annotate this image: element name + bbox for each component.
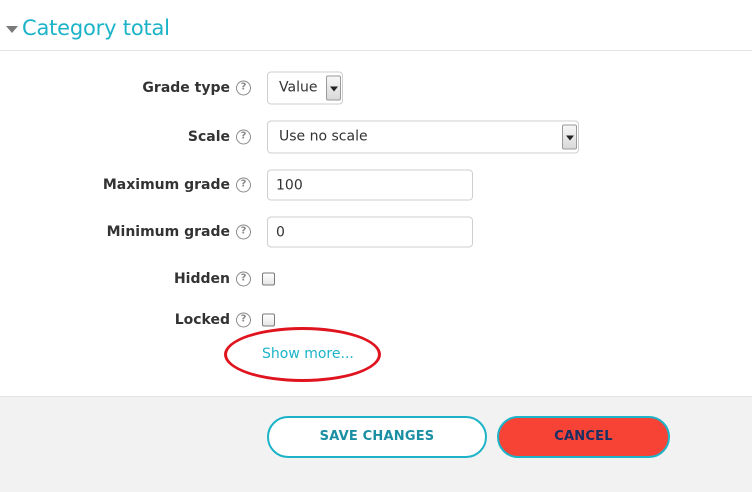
scale-value: Use no scale: [279, 128, 368, 145]
grade-type-select[interactable]: Value: [267, 71, 343, 105]
help-icon[interactable]: ?: [236, 177, 251, 193]
help-icon[interactable]: ?: [236, 129, 251, 145]
collapse-triangle-icon[interactable]: [6, 26, 18, 33]
scale-row: Scale ? Use no scale: [0, 119, 752, 155]
grade-type-row: Grade type ? Value: [0, 70, 752, 106]
minimum-grade-input[interactable]: [267, 216, 473, 248]
dropdown-arrow-icon[interactable]: [326, 75, 341, 101]
locked-row: Locked ?: [0, 302, 752, 338]
help-icon[interactable]: ?: [236, 80, 251, 96]
hidden-row: Hidden ?: [0, 261, 752, 297]
dropdown-arrow-icon[interactable]: [562, 124, 577, 150]
section-title[interactable]: Category total: [22, 16, 170, 40]
help-icon[interactable]: ?: [236, 312, 251, 328]
section-header: Category total: [0, 0, 752, 51]
maximum-grade-input[interactable]: [267, 169, 473, 201]
help-icon[interactable]: ?: [236, 224, 251, 240]
minimum-grade-label: Minimum grade: [106, 224, 230, 240]
scale-label: Scale: [187, 129, 230, 145]
highlight-annotation: [224, 327, 381, 382]
hidden-label: Hidden: [173, 271, 230, 287]
hidden-checkbox[interactable]: [262, 272, 275, 286]
save-changes-button[interactable]: SAVE CHANGES: [267, 416, 487, 458]
form-footer: SAVE CHANGES CANCEL: [0, 396, 752, 492]
cancel-button[interactable]: CANCEL: [497, 416, 670, 458]
maximum-grade-label: Maximum grade: [102, 177, 230, 193]
scale-select[interactable]: Use no scale: [267, 120, 579, 154]
locked-label: Locked: [174, 312, 230, 328]
minimum-grade-row: Minimum grade ?: [0, 214, 752, 250]
grade-type-value: Value: [279, 79, 318, 96]
locked-checkbox[interactable]: [262, 313, 275, 327]
help-icon[interactable]: ?: [236, 271, 251, 287]
grade-type-label: Grade type: [142, 80, 230, 96]
maximum-grade-row: Maximum grade ?: [0, 167, 752, 203]
